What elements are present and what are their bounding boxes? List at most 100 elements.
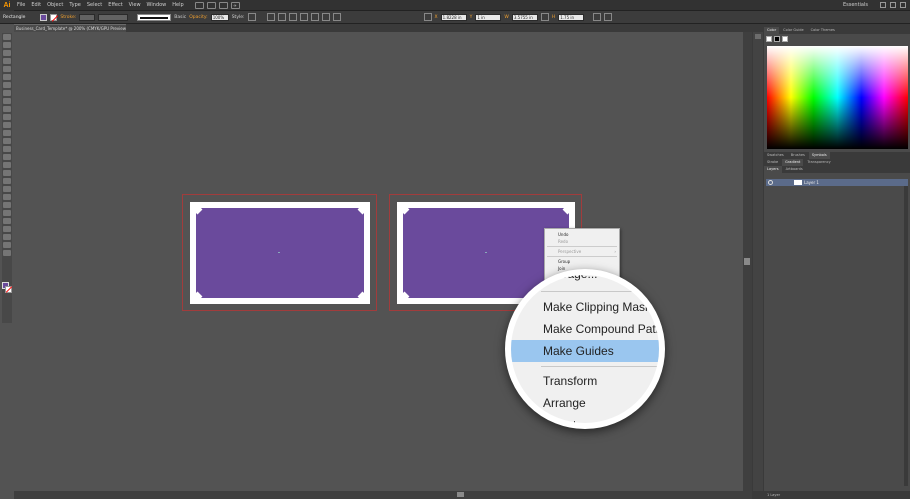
paintbrush-tool-icon[interactable] [3,106,11,112]
slice-tool-icon[interactable] [3,234,11,240]
y-field[interactable]: 1 in [475,13,502,21]
artboard-tool-icon[interactable] [3,226,11,232]
width-tool-icon[interactable] [3,146,11,152]
opacity-field[interactable]: 100% [210,13,229,21]
recolor-icon[interactable] [266,13,275,21]
curvature-tool-icon[interactable] [3,74,11,80]
selection-tool-icon[interactable] [3,34,11,40]
align-bottom-icon[interactable] [332,13,341,21]
tab-symbols[interactable]: Symbols [808,152,830,159]
stroke-swatch[interactable] [50,13,58,21]
tab-color[interactable]: Color [764,27,780,34]
maximize-icon[interactable] [890,2,896,8]
lasso-tool-icon[interactable] [3,58,11,64]
width-field[interactable]: 3.5755 in [511,13,538,21]
fill-swatch[interactable] [40,13,48,21]
menu-item-make-compound-path[interactable]: Make Compound Path [511,318,659,340]
tab-gradient[interactable]: Gradient [782,159,804,166]
black-chip[interactable] [774,36,780,42]
graphic-style-swatch[interactable] [247,13,256,21]
align-center-icon[interactable] [288,13,297,21]
brush-definition[interactable] [137,13,172,21]
none-chip[interactable] [766,36,772,42]
align-middle-icon[interactable] [321,13,330,21]
tab-artboards[interactable]: Artboards [783,166,806,173]
menu-view[interactable]: View [126,0,144,11]
constrain-proportions-icon[interactable] [540,13,549,21]
menu-window[interactable]: Window [144,0,170,11]
layers-scrollbar[interactable] [904,186,908,486]
menu-select[interactable]: Select [84,0,105,11]
menu-type[interactable]: Type [66,0,83,11]
close-icon[interactable] [900,2,906,8]
eraser-tool-icon[interactable] [3,122,11,128]
height-field[interactable]: 1.75 in [558,13,585,21]
gpu-performance-icon[interactable]: ✈ [230,1,240,9]
transform-icon[interactable] [593,13,602,21]
bridge-icon[interactable] [194,1,204,9]
menu-edit[interactable]: Edit [28,0,44,11]
x-field[interactable]: 1.8228 in [440,13,467,21]
card-rectangle[interactable] [196,208,364,298]
pen-tool-icon[interactable] [3,66,11,72]
shaper-tool-icon[interactable] [3,114,11,120]
scale-tool-icon[interactable] [3,138,11,144]
line-tool-icon[interactable] [3,90,11,96]
magic-wand-tool-icon[interactable] [3,50,11,56]
stroke-label[interactable]: Stroke: [60,15,76,20]
document-tab[interactable]: Business_Card_Template* @ 200% (CMYK/GPU… [14,24,126,32]
align-top-icon[interactable] [310,13,319,21]
layer-name[interactable]: Layer 1 [804,179,819,186]
vertical-scrollbar[interactable] [743,32,752,491]
variable-width-profile[interactable] [98,13,129,21]
direct-selection-tool-icon[interactable] [3,42,11,48]
visibility-eye-icon[interactable] [768,180,773,185]
arrange-docs-icon[interactable] [218,1,228,9]
minimize-icon[interactable] [880,2,886,8]
menu-item-group[interactable]: Group [545,258,619,265]
column-graph-tool-icon[interactable] [3,218,11,224]
align-right-icon[interactable] [299,13,308,21]
horizontal-scrollbar[interactable] [14,491,752,499]
menu-item-arrange[interactable]: Arrange [511,392,659,414]
blend-tool-icon[interactable] [3,202,11,208]
stroke-weight-field[interactable] [79,13,96,21]
eyedropper-tool-icon[interactable] [3,194,11,200]
menu-help[interactable]: Help [169,0,186,11]
tab-color-guide[interactable]: Color Guide [780,27,807,34]
menu-item-transform[interactable]: Transform [511,370,659,392]
menu-item-undo[interactable]: Undo [545,231,619,238]
scroll-thumb[interactable] [457,492,464,497]
menu-file[interactable]: File [14,0,28,11]
type-tool-icon[interactable] [3,82,11,88]
hand-tool-icon[interactable] [3,242,11,248]
menu-item-redo[interactable]: Redo [545,238,619,245]
rotate-tool-icon[interactable] [3,130,11,136]
fill-stroke-widget[interactable] [2,282,12,294]
tab-stroke[interactable]: Stroke [764,159,781,166]
menu-item-make-guides[interactable]: Make Guides [511,340,659,362]
rectangle-tool-icon[interactable] [3,98,11,104]
shape-builder-tool-icon[interactable] [3,162,11,168]
menu-item-perspective[interactable]: Perspective › [545,248,619,255]
tab-swatches[interactable]: Swatches [764,152,787,159]
layer-row[interactable]: Layer 1 [766,179,908,186]
stock-icon[interactable] [206,1,216,9]
free-transform-tool-icon[interactable] [3,154,11,160]
color-spectrum[interactable] [767,46,908,149]
menu-object[interactable]: Object [44,0,66,11]
panel-icon[interactable] [755,34,761,39]
tab-brushes[interactable]: Brushes [788,152,808,159]
white-chip[interactable] [782,36,788,42]
panel-menu-icon[interactable] [604,13,613,21]
opacity-label[interactable]: Opacity: [189,15,208,20]
align-left-icon[interactable] [277,13,286,21]
reference-point-icon[interactable] [423,13,432,21]
perspective-grid-tool-icon[interactable] [3,170,11,176]
tab-color-themes[interactable]: Color Themes [808,27,838,34]
symbol-sprayer-tool-icon[interactable] [3,210,11,216]
stroke-color-icon[interactable] [5,286,12,293]
scroll-thumb[interactable] [744,258,750,265]
tab-transparency[interactable]: Transparency [804,159,833,166]
mesh-tool-icon[interactable] [3,178,11,184]
